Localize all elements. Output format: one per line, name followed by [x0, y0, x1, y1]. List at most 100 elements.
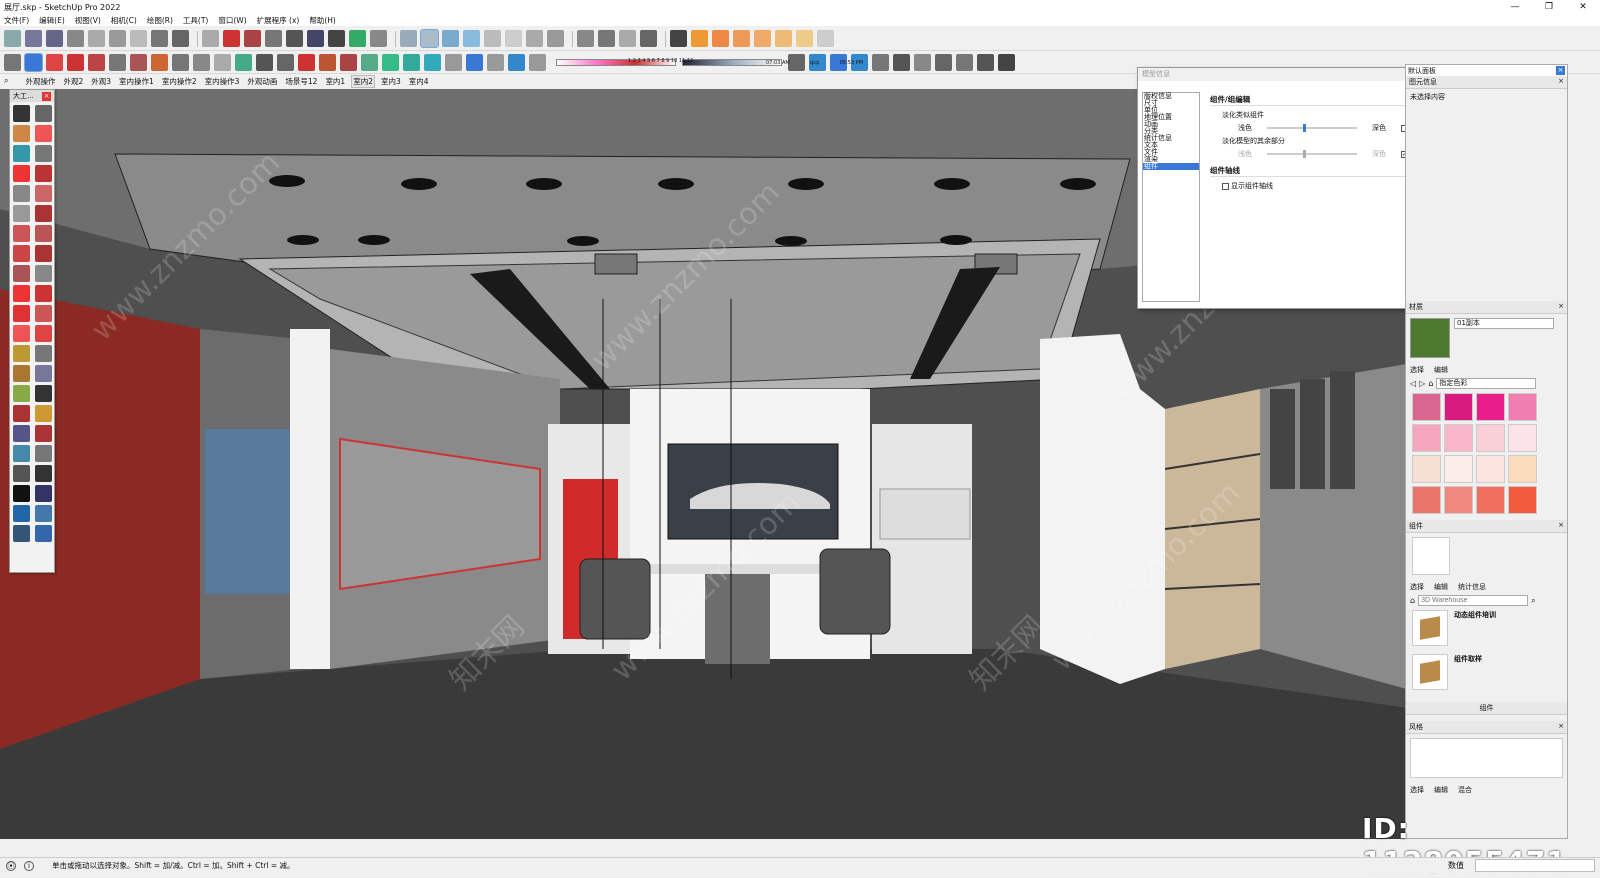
close-icon[interactable]: ×	[42, 91, 51, 101]
large-tool-icon[interactable]	[35, 485, 52, 502]
toolbar-tool-icon[interactable]	[349, 30, 366, 47]
large-tool-icon[interactable]	[13, 105, 30, 122]
menu-window[interactable]: 窗口(W)	[218, 15, 246, 26]
toolbar-tool-icon[interactable]	[370, 30, 387, 47]
toolbar-tool-icon[interactable]	[340, 53, 357, 71]
menu-draw[interactable]: 绘图(R)	[147, 15, 173, 26]
toolbar-tool-icon[interactable]	[817, 30, 834, 47]
toolbar-tool-icon[interactable]	[484, 30, 501, 47]
material-library-select[interactable]: 指定色彩	[1436, 378, 1537, 389]
forward-icon[interactable]: ▷	[1419, 379, 1425, 388]
toolbar-tool-icon[interactable]	[202, 30, 219, 47]
toolbar-tool-icon[interactable]	[526, 30, 543, 47]
view-tool-icon[interactable]	[935, 53, 952, 71]
scene-tab[interactable]: 室内1	[324, 76, 346, 87]
large-tool-icon[interactable]	[13, 405, 30, 422]
toolbar-tool-icon[interactable]	[691, 30, 708, 47]
large-tool-icon[interactable]	[13, 305, 30, 322]
toolbar-tool-icon[interactable]	[424, 53, 441, 71]
view-tool-icon[interactable]	[893, 53, 910, 71]
view-tool-icon[interactable]	[977, 53, 994, 71]
material-swatch[interactable]	[1412, 424, 1441, 452]
geo-location-icon[interactable]: ⦿	[6, 860, 16, 871]
component-item[interactable]: 组件取样	[1406, 650, 1567, 694]
view-tool-icon[interactable]	[872, 53, 889, 71]
toolbar-tool-icon[interactable]	[442, 30, 459, 47]
toolbar-tool-icon[interactable]	[487, 53, 504, 71]
large-tool-icon[interactable]	[13, 245, 30, 262]
tab-select[interactable]: 选择	[1410, 365, 1424, 375]
scene-tab[interactable]: 外观3	[90, 76, 112, 87]
toolbar-tool-icon[interactable]	[307, 30, 324, 47]
large-tool-icon[interactable]	[35, 205, 52, 222]
toolbar-tool-icon[interactable]	[328, 30, 345, 47]
scene-tab[interactable]: 室内操作3	[204, 76, 241, 87]
fade-similar-slider[interactable]	[1267, 124, 1357, 132]
material-swatch[interactable]	[1444, 424, 1473, 452]
tab-edit[interactable]: 编辑	[1434, 785, 1448, 795]
material-swatch[interactable]	[1412, 393, 1441, 421]
large-tool-icon[interactable]	[35, 125, 52, 142]
large-toolset-header[interactable]: 大工... ×	[10, 90, 54, 102]
close-button[interactable]: ✕	[1566, 0, 1600, 14]
large-tool-icon[interactable]	[35, 305, 52, 322]
component-item[interactable]: 动态组件培训	[1406, 606, 1567, 650]
scene-tab[interactable]: 场景号12	[284, 76, 318, 87]
menu-file[interactable]: 文件(F)	[4, 15, 29, 26]
material-swatch[interactable]	[1444, 393, 1473, 421]
material-swatch[interactable]	[1508, 424, 1537, 452]
toolbar-tool-icon[interactable]	[382, 53, 399, 71]
material-swatch[interactable]	[1476, 424, 1505, 452]
large-tool-icon[interactable]	[13, 365, 30, 382]
measurements-input[interactable]	[1475, 859, 1595, 872]
toolbar-tool-icon[interactable]	[403, 53, 420, 71]
large-tool-icon[interactable]	[13, 145, 30, 162]
toolbar-tool-icon[interactable]	[256, 53, 273, 71]
toolbar-tool-icon[interactable]	[754, 30, 771, 47]
scene-tab[interactable]: 外观操作	[24, 76, 56, 87]
large-tool-icon[interactable]	[35, 105, 52, 122]
toolbar-tool-icon[interactable]	[67, 30, 84, 47]
close-icon[interactable]: ×	[1558, 521, 1564, 531]
large-tool-icon[interactable]	[35, 385, 52, 402]
toolbar-tool-icon[interactable]	[109, 30, 126, 47]
view-tool-icon[interactable]	[956, 53, 973, 71]
toolbar-tool-icon[interactable]	[420, 29, 439, 48]
material-swatch[interactable]	[1412, 486, 1441, 514]
material-swatch[interactable]	[1444, 486, 1473, 514]
material-swatch[interactable]	[1508, 393, 1537, 421]
large-tool-icon[interactable]	[13, 445, 30, 462]
large-tool-icon[interactable]	[35, 505, 52, 522]
toolbar-tool-icon[interactable]	[400, 30, 417, 47]
toolbar-tool-icon[interactable]	[172, 53, 189, 71]
info-icon[interactable]: i	[24, 860, 34, 871]
toolbar-tool-icon[interactable]	[172, 30, 189, 47]
close-icon[interactable]: ×	[1558, 722, 1564, 732]
toolbar-tool-icon[interactable]	[547, 30, 564, 47]
toolbar-tool-icon[interactable]	[4, 30, 21, 47]
tab-select[interactable]: 选择	[1410, 582, 1424, 592]
toolbar-tool-icon[interactable]	[712, 30, 729, 47]
menu-edit[interactable]: 编辑(E)	[39, 15, 65, 26]
toolbar-tool-icon[interactable]	[466, 53, 483, 71]
toolbar-tool-icon[interactable]	[88, 53, 105, 71]
home-icon[interactable]: ⌂	[1428, 379, 1433, 388]
scene-tab[interactable]: 室内2	[351, 74, 375, 88]
toolbar-tool-icon[interactable]	[235, 53, 252, 71]
toolbar-tool-icon[interactable]	[640, 30, 657, 47]
toolbar-tool-icon[interactable]	[88, 30, 105, 47]
toolbar-tool-icon[interactable]	[796, 30, 813, 47]
menu-camera[interactable]: 相机(C)	[111, 15, 137, 26]
large-tool-icon[interactable]	[13, 165, 30, 182]
large-tool-icon[interactable]	[13, 505, 30, 522]
large-tool-icon[interactable]	[35, 425, 52, 442]
large-tool-icon[interactable]	[13, 345, 30, 362]
large-tool-icon[interactable]	[13, 285, 30, 302]
large-tool-icon[interactable]	[13, 325, 30, 342]
large-tool-icon[interactable]	[13, 205, 30, 222]
tab-edit[interactable]: 编辑	[1434, 365, 1448, 375]
menu-tools[interactable]: 工具(T)	[183, 15, 208, 26]
toolbar-tool-icon[interactable]	[151, 30, 168, 47]
view-tool-icon[interactable]	[914, 53, 931, 71]
menu-extensions[interactable]: 扩展程序 (x)	[257, 15, 300, 26]
